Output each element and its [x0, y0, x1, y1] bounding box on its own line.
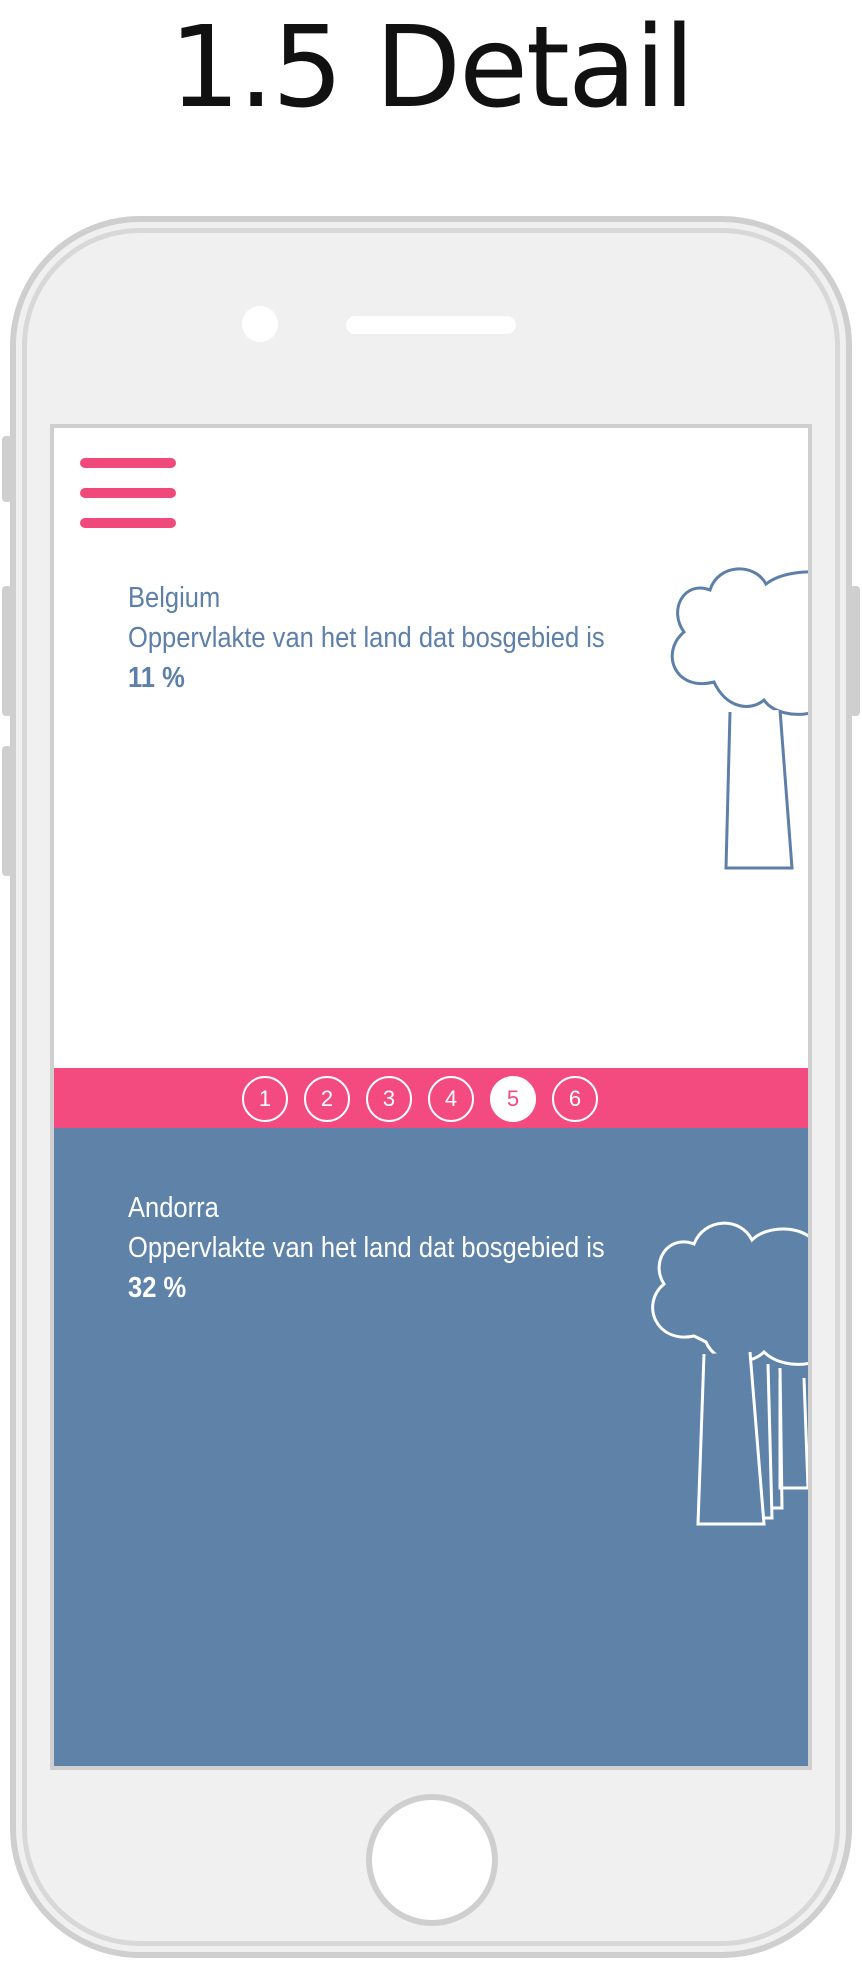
tree-icon [670, 567, 808, 870]
country-name: Belgium [128, 582, 221, 614]
speaker-grille [346, 316, 516, 334]
page-dot-6[interactable]: 6 [552, 1076, 598, 1122]
home-button[interactable] [366, 1794, 498, 1926]
top-country-card: Belgium Oppervlakte van het land dat bos… [128, 578, 621, 698]
forest-percentage: 11 % [128, 662, 185, 694]
bottom-country-card: Andorra Oppervlakte van het land dat bos… [128, 1188, 621, 1308]
app-screen: Belgium Oppervlakte van het land dat bos… [50, 424, 812, 1770]
page-title: 1.5 Detail [169, 3, 695, 133]
page-dot-1[interactable]: 1 [242, 1076, 288, 1122]
page-dot-5[interactable]: 5 [490, 1076, 536, 1122]
hamburger-menu-icon[interactable] [80, 458, 176, 532]
page-dot-3[interactable]: 3 [366, 1076, 412, 1122]
page-dot-2[interactable]: 2 [304, 1076, 350, 1122]
forest-percentage: 32 % [128, 1272, 187, 1304]
page-dot-4[interactable]: 4 [428, 1076, 474, 1122]
page-indicator: 1 2 3 4 5 6 [54, 1068, 808, 1128]
forest-area-label: Oppervlakte van het land dat bosgebied i… [128, 622, 605, 654]
country-name: Andorra [128, 1192, 219, 1224]
forest-icon [651, 1221, 808, 1526]
forest-area-label: Oppervlakte van het land dat bosgebied i… [128, 1232, 605, 1264]
front-camera [242, 306, 278, 342]
top-country-panel: Belgium Oppervlakte van het land dat bos… [54, 428, 808, 1068]
